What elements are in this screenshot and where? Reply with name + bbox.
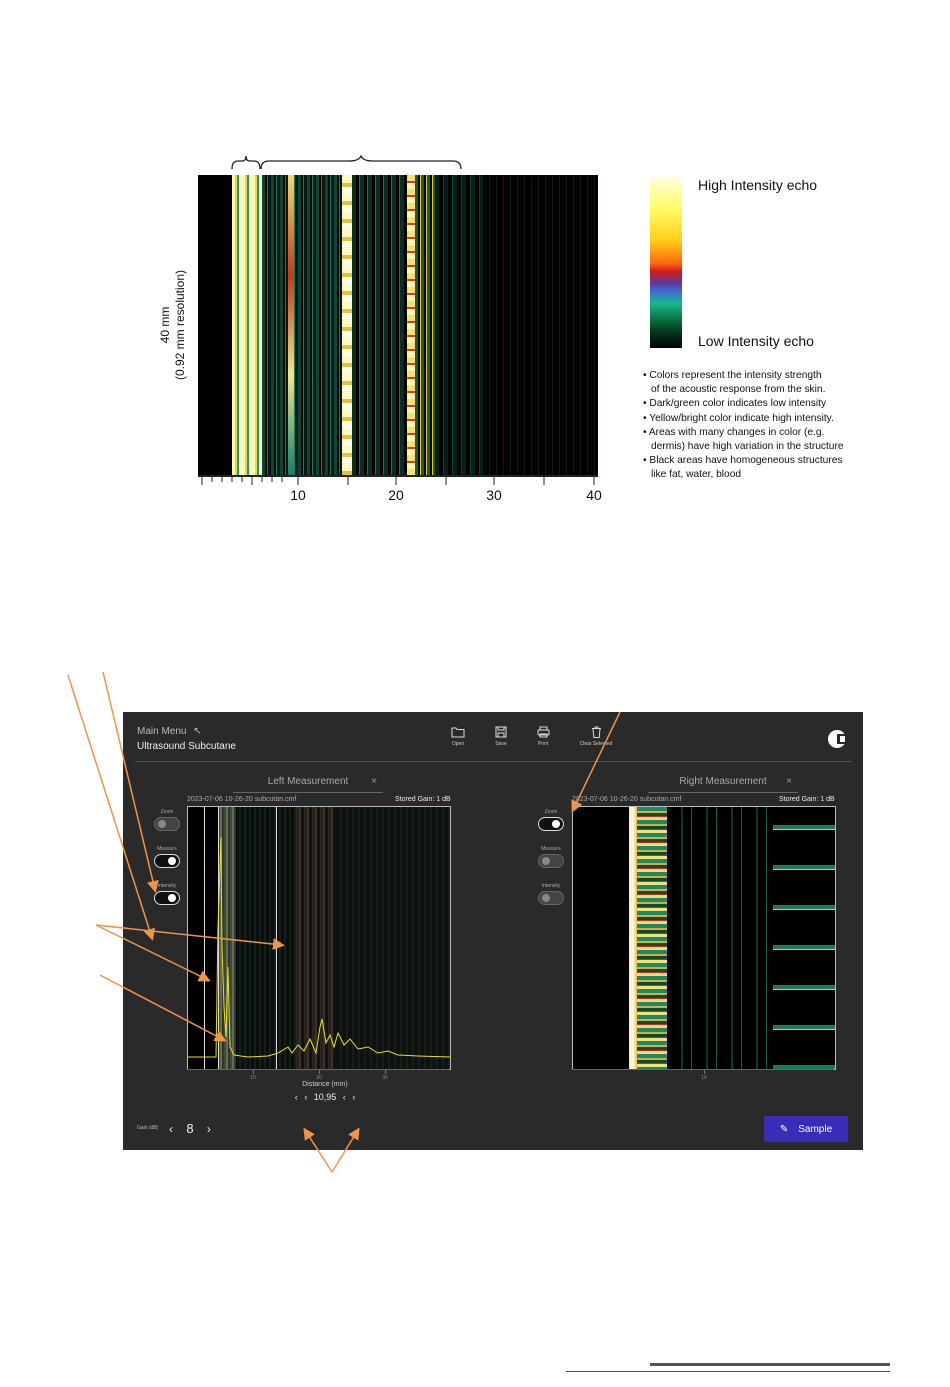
- gain-label: Gain (dB): [137, 1125, 159, 1131]
- tab-right-measurement[interactable]: Right Measurement ×: [648, 774, 798, 793]
- note-line: dermis) have high variation in the struc…: [651, 441, 844, 453]
- gain-control: ‹ 8 ›: [169, 1121, 211, 1136]
- left-scan-panel[interactable]: [187, 806, 451, 1070]
- note-line: • Dark/green color indicates low intensi…: [643, 398, 827, 410]
- left-measure-toggle[interactable]: Measure: [154, 846, 180, 868]
- pencil-icon: ✎: [779, 1124, 789, 1135]
- main-menu-link[interactable]: Main Menu ↖: [137, 726, 202, 737]
- x-tick-30: 30: [486, 487, 502, 503]
- gain-value: 8: [186, 1121, 194, 1136]
- x-axis: 10 20 30 40: [198, 475, 602, 507]
- note-line: • Areas with many changes in color (e.g.: [643, 426, 825, 438]
- save-icon: [495, 726, 507, 738]
- tab-left-measurement[interactable]: Left Measurement ×: [233, 774, 383, 793]
- left-zoom-toggle[interactable]: Zoom: [154, 809, 180, 831]
- note-line: like fat, water, blood: [651, 469, 742, 481]
- distance-value: 10,95: [313, 1092, 337, 1102]
- left-panel-axis: 10 20 30: [187, 1069, 449, 1081]
- y-axis-label: 40 mm (0.92 mm resolution): [158, 269, 187, 381]
- note-line: of the acoustic response from the skin.: [651, 384, 826, 396]
- chevron-right-icon[interactable]: ›: [304, 1092, 307, 1102]
- intensity-curve: [188, 836, 450, 1058]
- intensity-figure: 40 mm (0.92 mm resolution) 10 20 30 40 H…: [0, 0, 950, 560]
- page-title: Ultrasound Subcutane: [137, 741, 236, 752]
- chevron-left-icon[interactable]: ‹: [343, 1092, 346, 1102]
- brace-dermis: [260, 155, 462, 170]
- save-button[interactable]: Save: [481, 726, 521, 747]
- note-line: • Yellow/bright color indicate high inte…: [643, 412, 834, 424]
- clear-selected-button[interactable]: Clear Selected: [576, 726, 616, 747]
- right-stored-gain: Stored Gain: 1 dB: [779, 796, 835, 803]
- footer-rule: [566, 1371, 890, 1372]
- right-measure-toggle[interactable]: Measure: [538, 846, 564, 868]
- right-intensity-toggle[interactable]: Intensity: [538, 883, 564, 905]
- footer-rule: [650, 1363, 890, 1366]
- chevron-right-icon[interactable]: ›: [207, 1122, 211, 1136]
- colorbar-high-label: High Intensity echo: [698, 177, 818, 193]
- legend-notes: • Colors represent the intensity strengt…: [643, 369, 883, 483]
- x-tick-20: 20: [388, 487, 404, 503]
- sample-button[interactable]: ✎ Sample: [764, 1116, 848, 1142]
- left-stored-gain: Stored Gain: 1 dB: [395, 796, 451, 803]
- right-file-meta: 2023-07-06 10-26-20 subcutan.cmf: [572, 796, 682, 803]
- chevron-left-icon[interactable]: ‹: [295, 1092, 298, 1102]
- chevron-left-icon[interactable]: ‹: [169, 1122, 173, 1136]
- app-window: Main Menu ↖ Ultrasound Subcutane Open Sa…: [123, 712, 863, 1150]
- close-icon[interactable]: ×: [371, 774, 377, 790]
- left-file-meta: 2023-07-06 10-26-20 subcutan.cmf: [187, 796, 297, 803]
- right-panel-axis: 10: [572, 1069, 834, 1081]
- left-intensity-toggle[interactable]: Intensity: [154, 883, 180, 905]
- x-tick-10: 10: [290, 487, 306, 503]
- note-line: • Colors represent the intensity strengt…: [643, 370, 822, 381]
- note-line: • Black areas have homogeneous structure…: [643, 455, 843, 467]
- colorbar-low-label: Low Intensity echo: [698, 333, 814, 349]
- chevron-right-icon[interactable]: ›: [352, 1092, 355, 1102]
- right-scan-panel[interactable]: [572, 806, 836, 1070]
- brand-logo: [828, 730, 848, 748]
- brace-epidermis: [231, 155, 261, 170]
- colorbar: [650, 178, 682, 348]
- trash-icon: [591, 726, 601, 738]
- printer-icon: [537, 726, 549, 738]
- folder-icon: [451, 727, 465, 738]
- header-divider: [135, 761, 851, 762]
- close-icon[interactable]: ×: [786, 774, 792, 790]
- arrow-up-left-icon: ↖: [193, 726, 202, 737]
- distance-control: ‹ › 10,95 ‹ ›: [283, 1092, 367, 1102]
- print-button[interactable]: Print: [523, 726, 563, 747]
- x-tick-40: 40: [586, 487, 602, 503]
- ultrasound-scan-image: [198, 175, 598, 475]
- right-zoom-toggle[interactable]: Zoom: [538, 809, 564, 831]
- open-button[interactable]: Open: [438, 726, 478, 747]
- distance-label: Distance (mm): [302, 1081, 348, 1088]
